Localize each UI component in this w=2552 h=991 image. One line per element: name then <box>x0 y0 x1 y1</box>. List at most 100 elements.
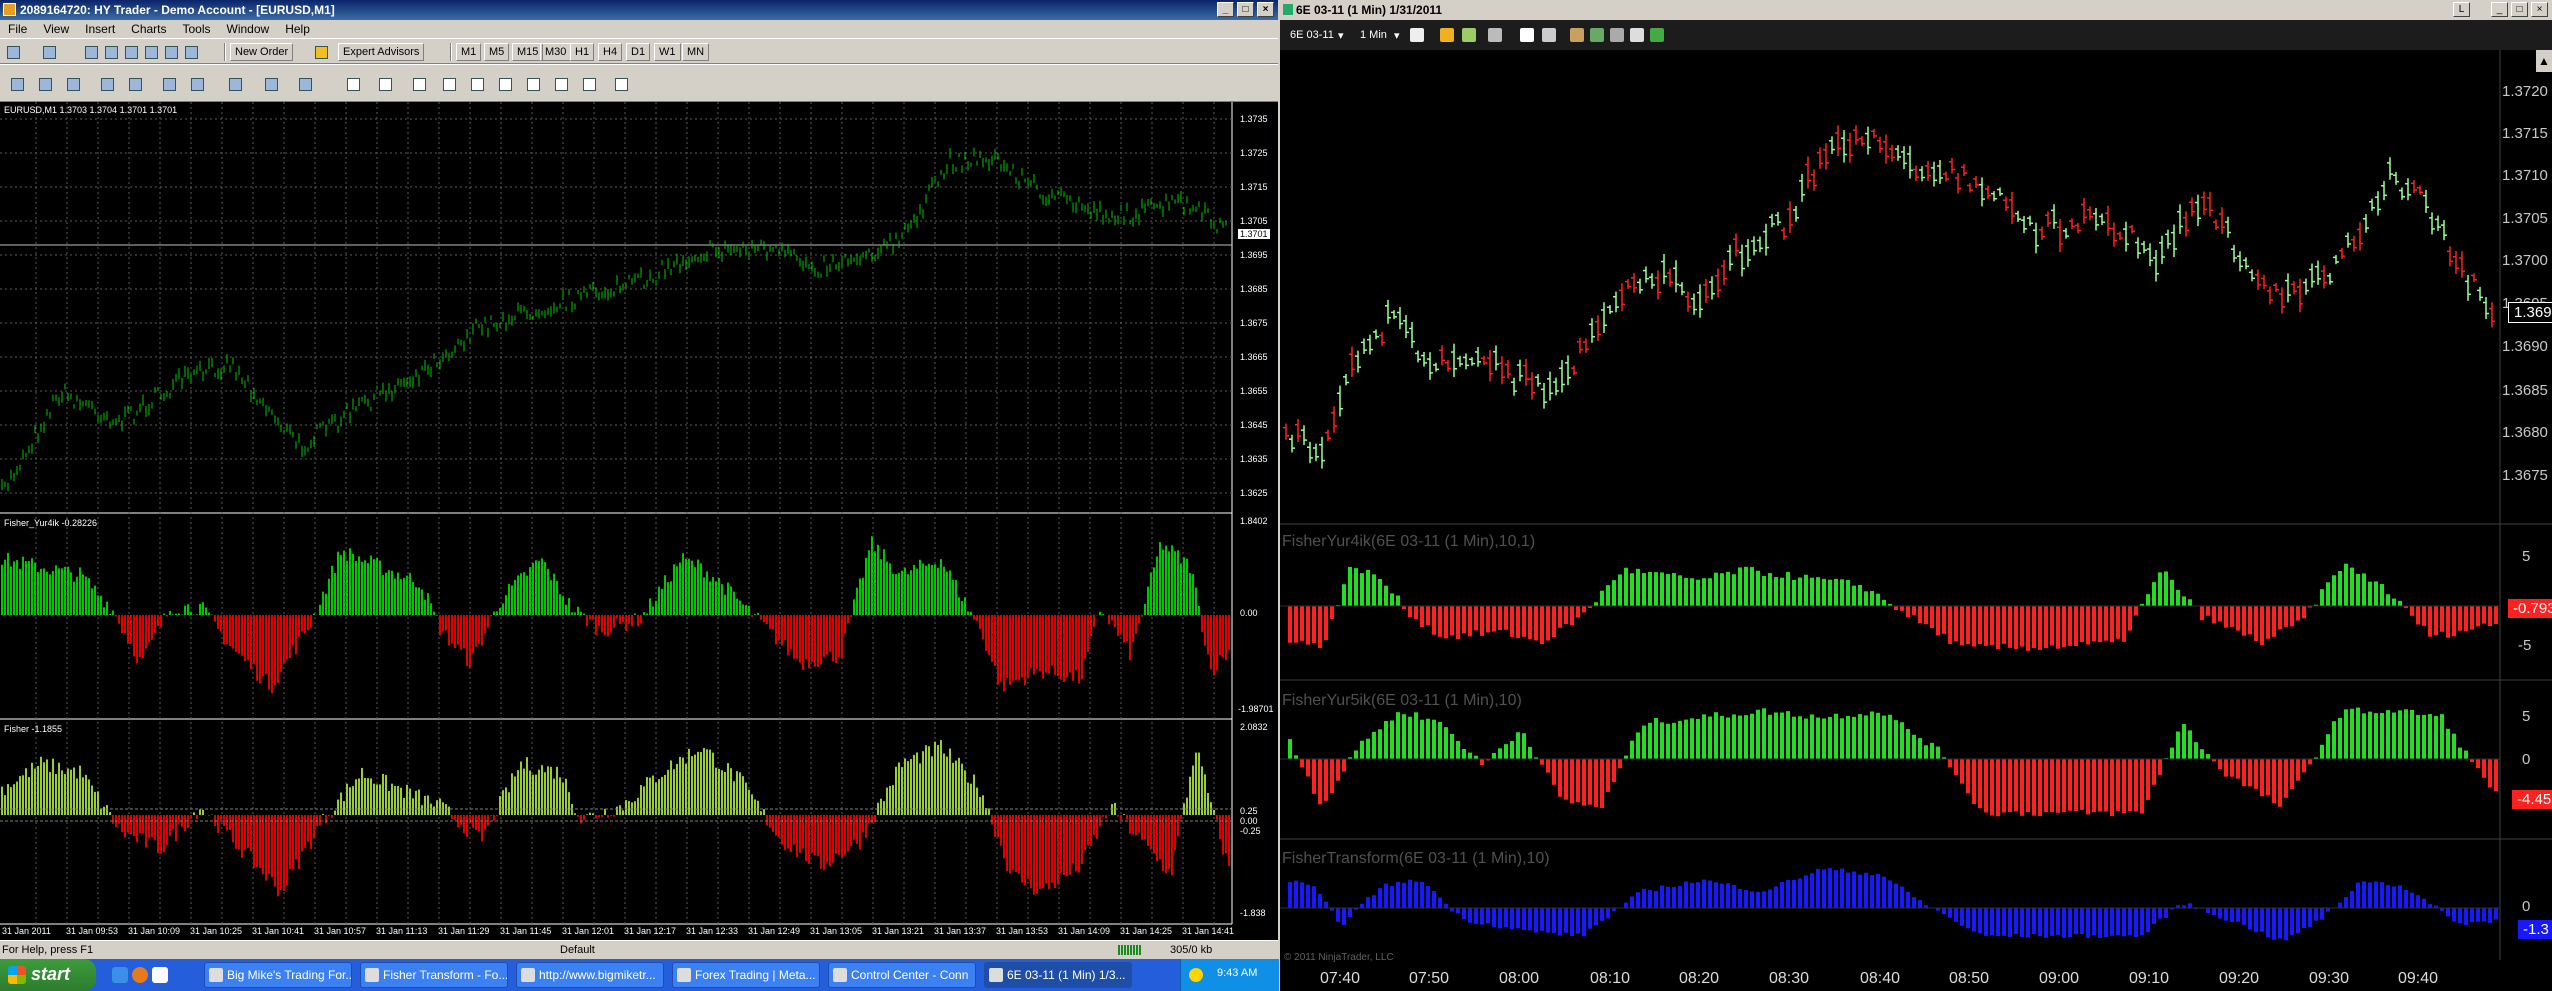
chevron-down-icon[interactable]: ▾ <box>1394 29 1400 42</box>
menu-help[interactable]: Help <box>277 20 318 38</box>
interval-selector[interactable]: 1 Min <box>1360 29 1387 41</box>
close-button[interactable]: × <box>2531 2 2548 17</box>
zoom-in-icon[interactable] <box>98 75 116 93</box>
chart-trader-icon[interactable] <box>1650 28 1664 42</box>
link-button[interactable]: L <box>2453 2 2470 17</box>
fyur-hist-bar <box>538 560 540 615</box>
period-h4-button[interactable]: H4 <box>598 43 623 61</box>
mt-chart-svg[interactable] <box>0 102 1278 940</box>
channel-icon[interactable] <box>496 75 514 93</box>
text-icon[interactable] <box>552 75 570 93</box>
strategies-icon[interactable] <box>1610 28 1624 42</box>
fisher-hist-bar <box>481 815 483 842</box>
nt-panel3-bar <box>2320 908 2324 920</box>
menu-file[interactable]: File <box>0 20 35 38</box>
task-fisher-transform[interactable]: Fisher Transform - Fo... <box>360 962 508 988</box>
firefox-quicklaunch-icon[interactable] <box>132 967 148 983</box>
nt-panel1-bar <box>2236 606 2240 631</box>
menu-tools[interactable]: Tools <box>175 20 219 38</box>
terminal-icon[interactable] <box>142 43 160 61</box>
chart-shift-icon[interactable] <box>188 75 206 93</box>
horizontal-line-icon[interactable] <box>440 75 458 93</box>
bar-type-icon[interactable] <box>1410 28 1424 42</box>
tile-windows-icon[interactable] <box>160 75 178 93</box>
period-m15-button[interactable]: M15 <box>512 43 544 61</box>
minimize-button[interactable]: _ <box>2491 2 2508 17</box>
new-chart-icon[interactable] <box>4 43 22 61</box>
instrument-selector[interactable]: 6E 03-11 <box>1290 29 1334 41</box>
fibonacci-icon[interactable] <box>524 75 542 93</box>
fyur-hist-bar <box>157 615 159 626</box>
ie-quicklaunch-icon[interactable] <box>112 967 128 983</box>
nt-panel2-bar <box>1792 716 1796 759</box>
cursor-icon[interactable] <box>344 75 362 93</box>
menu-view[interactable]: View <box>35 20 77 38</box>
minimize-button[interactable]: _ <box>1217 2 1234 17</box>
mt-chart-area[interactable]: EURUSD,M1 1.3703 1.3704 1.3701 1.3701 Fi… <box>0 102 1278 940</box>
fisher-hist-bar <box>184 815 186 832</box>
properties-icon[interactable] <box>1570 28 1584 42</box>
period-m5-button[interactable]: M5 <box>484 43 510 61</box>
period-m1-button[interactable]: M1 <box>456 43 482 61</box>
bar-chart-icon[interactable] <box>8 75 26 93</box>
crosshair-icon[interactable] <box>1520 28 1534 42</box>
fisher-hist-bar <box>1057 815 1059 885</box>
task-big-mikes[interactable]: Big Mike's Trading For... <box>204 962 352 988</box>
pencil-icon[interactable] <box>1440 28 1454 42</box>
data-window-icon[interactable] <box>102 43 120 61</box>
navigator-icon[interactable] <box>122 43 140 61</box>
period-h1-button[interactable]: H1 <box>570 43 595 61</box>
fyur-hist-bar <box>514 579 516 615</box>
task-control-center[interactable]: Control Center - Conn <box>828 962 976 988</box>
nt-panel1-bar <box>1540 606 1544 645</box>
nt-titlebar[interactable]: 6E 03-11 (1 Min) 1/31/2011 L _ □ × <box>1280 0 2552 20</box>
fisher-hist-bar <box>214 815 216 826</box>
menu-insert[interactable]: Insert <box>77 20 123 38</box>
periods-icon[interactable] <box>262 75 280 93</box>
start-button[interactable]: start <box>0 959 96 991</box>
candlestick-icon[interactable] <box>36 75 54 93</box>
drawing-tool-icon[interactable] <box>1462 28 1476 42</box>
zoom-out-icon[interactable] <box>126 75 144 93</box>
magnifier-icon[interactable] <box>1488 28 1502 42</box>
new-order-button[interactable]: New Order <box>230 43 294 61</box>
crosshair-icon[interactable] <box>376 75 394 93</box>
tray-notification-icon[interactable] <box>1189 968 1203 982</box>
chevron-down-icon[interactable]: ▾ <box>1338 29 1344 42</box>
nt-panel2-bar <box>2002 759 2006 813</box>
expert-advisors-button[interactable]: Expert Advisors <box>338 43 425 61</box>
data-box-icon[interactable] <box>1630 28 1644 42</box>
profiles-icon[interactable] <box>40 43 58 61</box>
task-forex-trading[interactable]: Forex Trading | Meta... <box>672 962 820 988</box>
templates-icon[interactable] <box>296 75 314 93</box>
period-d1-button[interactable]: D1 <box>626 43 651 61</box>
nt-x-tick: 08:00 <box>1499 970 1540 987</box>
indicators-icon[interactable] <box>226 75 244 93</box>
desktop-quicklaunch-icon[interactable] <box>152 967 168 983</box>
menu-charts[interactable]: Charts <box>123 20 174 38</box>
close-button[interactable]: × <box>1257 2 1274 17</box>
task-6e-chart[interactable]: 6E 03-11 (1 Min) 1/3... <box>984 962 1132 988</box>
period-w1-button[interactable]: W1 <box>654 43 681 61</box>
trendline-icon[interactable] <box>468 75 486 93</box>
text-label-icon[interactable] <box>580 75 598 93</box>
fyur-hist-bar <box>196 614 198 615</box>
maximize-button[interactable]: □ <box>2511 2 2528 17</box>
arrows-icon[interactable] <box>612 75 630 93</box>
line-chart-icon[interactable] <box>64 75 82 93</box>
task-bigmike-url[interactable]: http://www.bigmiketr... <box>516 962 664 988</box>
vertical-line-icon[interactable] <box>410 75 428 93</box>
zoom-window-icon[interactable] <box>182 43 200 61</box>
period-mn-button[interactable]: MN <box>682 43 710 61</box>
maximize-button[interactable]: □ <box>1237 2 1254 17</box>
fyur-hist-bar <box>352 553 354 615</box>
zoom-icon[interactable] <box>1542 28 1556 42</box>
period-m30-button[interactable]: M30 <box>540 43 572 61</box>
market-watch-icon[interactable] <box>82 43 100 61</box>
menu-window[interactable]: Window <box>219 20 278 38</box>
warning-icon[interactable] <box>312 43 330 61</box>
indicators-icon[interactable] <box>1590 28 1604 42</box>
tester-icon[interactable] <box>162 43 180 61</box>
mt-titlebar[interactable]: 2089164720: HY Trader - Demo Account - [… <box>0 0 1278 20</box>
nt-current-price-badge: 1.3694 <box>2508 302 2552 323</box>
